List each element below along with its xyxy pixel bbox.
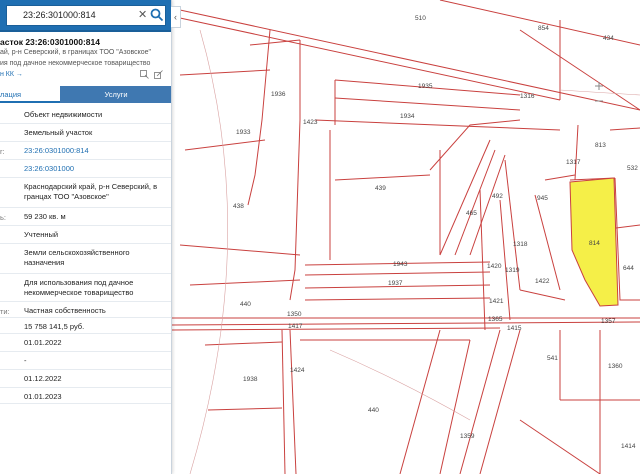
attribute-row: ь: 59 230 кв. м: [0, 208, 171, 226]
parcel-label: 1422: [535, 278, 550, 285]
parcel-label: 532: [627, 165, 638, 172]
attribute-row: Земли сельскохозяйственного назначения: [0, 244, 171, 274]
parcel-label: 1933: [236, 129, 251, 136]
parcel-label: 1319: [505, 267, 520, 274]
parcel-label: 510: [415, 15, 426, 22]
parcel-label: 1420: [487, 263, 502, 270]
attribute-value: 01.12.2022: [24, 374, 62, 383]
attribute-value: 01.01.2022: [24, 338, 62, 347]
attribute-row: Учтенный: [0, 226, 171, 244]
parcel-label: 1938: [243, 376, 258, 383]
attribute-link[interactable]: 23:26:0301000:814: [24, 146, 170, 156]
app-root: 510 854 434 1316 1935 1936 1423 1933 193…: [0, 0, 640, 474]
attribute-label: r:: [0, 147, 5, 156]
parcel-label: 438: [233, 203, 244, 210]
parcel-label: 1943: [393, 261, 408, 268]
attribute-value: Краснодарский край, р-н Северский, в гра…: [24, 182, 158, 201]
parcel-label: 854: [538, 25, 549, 32]
parcel-label: 1417: [288, 323, 303, 330]
parcel-label: 1316: [520, 93, 535, 100]
parcel-label: 1934: [400, 113, 415, 120]
parcel-label: 945: [537, 195, 548, 202]
attribute-row: Для использования под дачное некоммерчес…: [0, 274, 171, 302]
attribute-row: ти: Частная собственность: [0, 302, 171, 318]
zoom-in-icon[interactable]: [592, 80, 606, 92]
attribute-row: r: 23:26:0301000:814: [0, 142, 171, 160]
attribute-link[interactable]: 23:26:0301000: [24, 164, 170, 174]
parcel-label: 1937: [388, 280, 403, 287]
attribute-row: 15 758 141,5 руб.: [0, 318, 171, 334]
object-subtitle: ай, р-н Северский, в границах ТОО "Азовс…: [0, 49, 152, 56]
parcel-label: 1357: [601, 318, 616, 325]
parcel-label: 1423: [303, 119, 318, 126]
attribute-value: Земельный участок: [24, 128, 93, 137]
parcel-label: 1360: [608, 363, 623, 370]
attribute-row: Краснодарский край, р-н Северский, в гра…: [0, 178, 171, 208]
tab-bar: лация Услуги: [0, 86, 171, 103]
attribute-row: 01.01.2023: [0, 388, 171, 404]
measure-icon[interactable]: [140, 70, 149, 79]
attribute-value: 01.01.2023: [24, 392, 62, 401]
parcel-label: 439: [375, 185, 386, 192]
parcel-label: 492: [492, 193, 503, 200]
parcel-label: 541: [547, 355, 558, 362]
attribute-value: Земли сельскохозяйственного назначения: [24, 248, 130, 267]
parcel-label: 1936: [271, 91, 286, 98]
parcel-label: 1318: [513, 241, 528, 248]
parcel-label: 1415: [507, 325, 522, 332]
share-icon[interactable]: [154, 70, 163, 79]
search-bar: 23:26:301000:814 ✕: [0, 0, 171, 32]
attribute-row: Объект недвижимости: [0, 106, 171, 124]
parcel-label: 440: [240, 301, 251, 308]
parcel-label: 813: [595, 142, 606, 149]
attribute-row: Земельный участок: [0, 124, 171, 142]
parcel-label: 1935: [418, 83, 433, 90]
attribute-value: -: [24, 356, 27, 365]
parcel-label: 1317: [566, 159, 581, 166]
attribute-row: 23:26:0301000: [0, 160, 171, 178]
parcel-label: 1424: [290, 367, 305, 374]
parcel-label: 1421: [489, 298, 504, 305]
parcel-label: 1359: [460, 433, 475, 440]
attribute-row: 01.01.2022: [0, 334, 171, 352]
attribute-row: -: [0, 352, 171, 370]
zoom-out-icon[interactable]: [592, 95, 606, 107]
attribute-label: ь:: [0, 213, 6, 222]
attribute-value: 15 758 141,5 руб.: [24, 322, 85, 331]
info-panel: 23:26:301000:814 ✕ асток 23:26:0301000:8…: [0, 0, 172, 474]
attribute-label: ти:: [0, 307, 10, 316]
parcel-label: 1414: [621, 443, 636, 450]
attribute-value: 59 230 кв. м: [24, 212, 66, 221]
object-link[interactable]: н КК →: [0, 71, 23, 78]
parcel-label: 434: [603, 35, 614, 42]
attribute-value: Объект недвижимости: [24, 110, 103, 119]
parcel-label: 440: [368, 407, 379, 414]
tab-information[interactable]: лация: [0, 86, 60, 103]
attribute-value: Частная собственность: [24, 306, 106, 315]
parcel-label: 465: [466, 210, 477, 217]
search-icon[interactable]: [150, 8, 164, 22]
object-title: асток 23:26:0301000:814: [0, 37, 100, 47]
parcel-label: 1350: [287, 311, 302, 318]
attribute-value: Учтенный: [24, 230, 59, 239]
clear-icon[interactable]: ✕: [138, 9, 147, 21]
tab-services[interactable]: Услуги: [60, 86, 171, 103]
collapse-panel-button[interactable]: ‹: [171, 6, 181, 28]
parcel-label-selected: 814: [589, 240, 600, 247]
parcel-label: 644: [623, 265, 634, 272]
attribute-value: Для использования под дачное некоммерчес…: [24, 278, 134, 297]
attribute-row: 01.12.2022: [0, 370, 171, 388]
object-purpose: ия под дачное некоммерческое товариществ…: [0, 60, 151, 67]
parcel-label: 1365: [488, 316, 503, 323]
